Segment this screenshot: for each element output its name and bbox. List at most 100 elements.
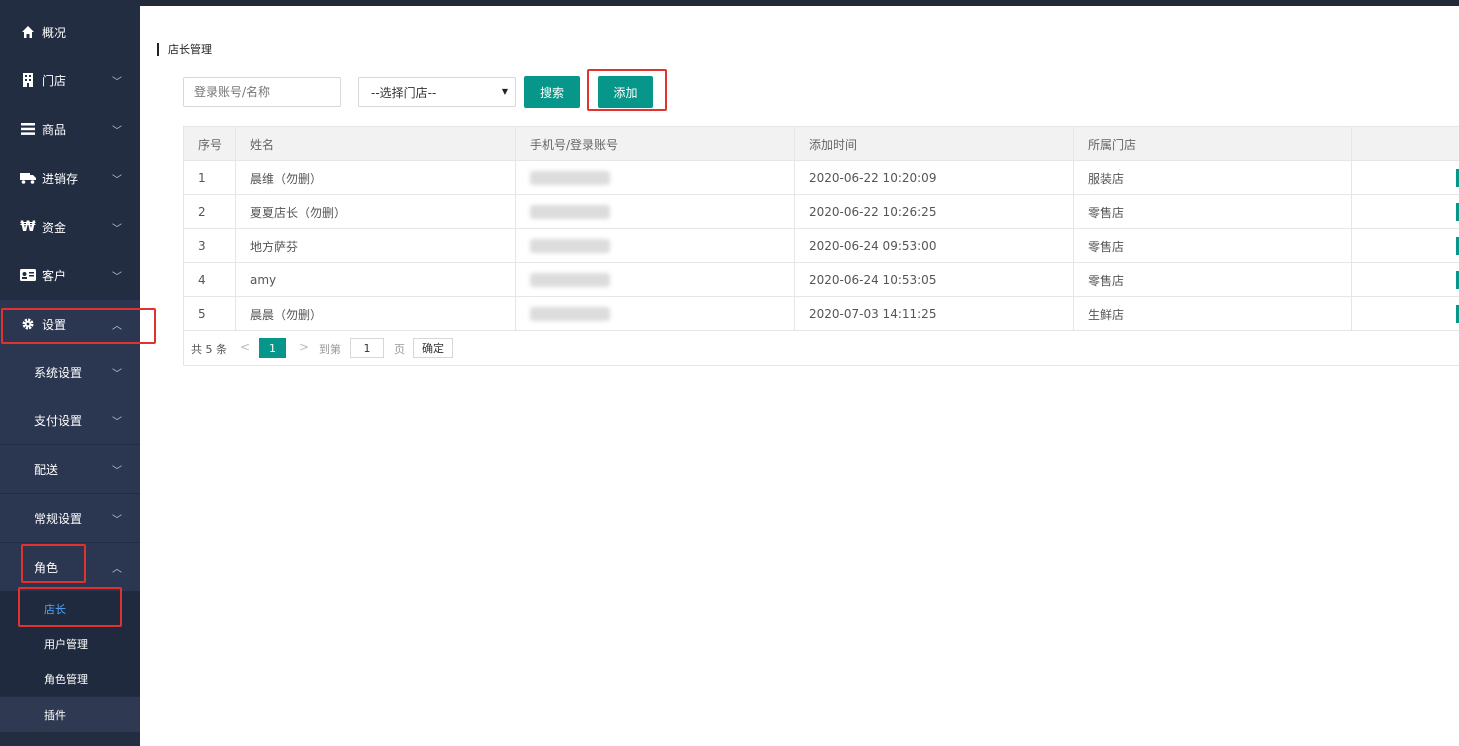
header-phone: 手机号/登录账号 [516,127,795,161]
cell-store: 零售店 [1074,229,1352,263]
sidebar-sub-label: 系统设置 [34,365,83,380]
cell-no: 3 [184,229,236,263]
blurred-phone [530,307,610,321]
cell-time: 2020-06-22 10:20:09 [795,161,1074,195]
sidebar-item-label: 门店 [42,73,67,88]
cell-actions [1352,161,1459,195]
sidebar-item-settings[interactable]: 设置 ︿ [0,300,140,348]
sidebar-leaf-user-management[interactable]: 用户管理 [0,626,140,661]
main-content: 店长管理 --选择门店-- ▼ 搜索 添加 序号 姓名 手机号/登录账号 添加时… [140,6,1459,746]
cell-phone [516,161,795,195]
sidebar-leaf-role-management[interactable]: 角色管理 [0,661,140,696]
pagination-current-page[interactable]: 1 [259,338,286,358]
cell-store: 服装店 [1074,161,1352,195]
sidebar: 概况 门店 ﹀ 商品 ﹀ 进销存 ﹀ ₩ 资金 ﹀ 客户 ﹀ 设置 ︿ 系统设置… [0,0,140,746]
blurred-phone [530,205,610,219]
store-select-value: --选择门店-- [371,85,437,100]
chevron-left-icon[interactable]: < [240,340,250,354]
cell-no: 2 [184,195,236,229]
header-no: 序号 [184,127,236,161]
sidebar-item-products[interactable]: 商品 ﹀ [0,105,140,153]
blurred-phone [530,273,610,287]
cell-time: 2020-06-24 09:53:00 [795,229,1074,263]
chevron-down-icon: ﹀ [112,175,122,186]
sidebar-leaf-store-manager[interactable]: 店长 [0,591,140,626]
currency-icon: ₩ [20,219,36,235]
chevron-right-icon[interactable]: > [299,340,309,354]
sidebar-item-overview[interactable]: 概况 [0,8,140,56]
cell-actions [1352,297,1459,331]
cell-no: 4 [184,263,236,297]
pagination-goto-label: 到第 [319,343,341,356]
cell-name: 晨晨（勿删） [236,297,516,331]
search-button[interactable]: 搜索 [524,76,580,108]
cell-name: 夏夏店长（勿删） [236,195,516,229]
cell-time: 2020-06-24 10:53:05 [795,263,1074,297]
sidebar-sub-label: 角色 [34,560,59,575]
sidebar-item-inventory[interactable]: 进销存 ﹀ [0,154,140,202]
sidebar-item-label: 概况 [42,25,67,40]
truck-icon [20,170,36,186]
chevron-down-icon: ﹀ [112,126,122,137]
cell-phone [516,263,795,297]
chevron-down-icon: ﹀ [112,515,122,526]
header-name: 姓名 [236,127,516,161]
table-row: 2 夏夏店长（勿删） 2020-06-22 10:26:25 零售店 [184,195,1459,229]
building-icon [20,72,36,88]
cell-actions [1352,229,1459,263]
chevron-up-icon: ︿ [112,321,122,332]
header-actions [1352,127,1459,161]
add-button[interactable]: 添加 [598,76,653,108]
sidebar-sub-label: 配送 [34,462,59,477]
sidebar-item-label: 设置 [42,317,67,332]
blurred-phone [530,171,610,185]
pagination-confirm-button[interactable]: 确定 [413,338,453,358]
list-icon [20,121,36,137]
table-row: 5 晨晨（勿删） 2020-07-03 14:11:25 生鲜店 [184,297,1459,331]
sidebar-sub-system-settings[interactable]: 系统设置 ﹀ [0,348,140,396]
sidebar-sub-label: 支付设置 [34,413,83,428]
sidebar-sub-general-settings[interactable]: 常规设置 ﹀ [0,494,140,542]
sidebar-leaf-label: 店长 [44,602,66,616]
cell-store: 零售店 [1074,195,1352,229]
chevron-down-icon: ﹀ [112,224,122,235]
pagination: 共 5 条 < 1 > 到第 1 页 确定 [184,331,1459,365]
cell-name: 晨维（勿删） [236,161,516,195]
sidebar-sub-payment-settings[interactable]: 支付设置 ﹀ [0,396,140,444]
cell-no: 5 [184,297,236,331]
header-added-time: 添加时间 [795,127,1074,161]
table-row: 4 amy 2020-06-24 10:53:05 零售店 [184,263,1459,297]
table-header-row: 序号 姓名 手机号/登录账号 添加时间 所属门店 [184,127,1459,161]
cell-name: 地方萨芬 [236,229,516,263]
chevron-up-icon: ︿ [112,564,122,575]
id-card-icon [20,267,36,283]
sidebar-item-label: 进销存 [42,171,79,186]
chevron-down-icon: ﹀ [112,272,122,283]
cell-store: 生鲜店 [1074,297,1352,331]
sidebar-leaf-label: 用户管理 [44,637,88,651]
pagination-page-input[interactable]: 1 [350,338,384,358]
cell-store: 零售店 [1074,263,1352,297]
gear-icon [20,316,36,332]
cell-phone [516,297,795,331]
search-input[interactable] [183,77,341,107]
blurred-phone [530,239,610,253]
sidebar-item-stores[interactable]: 门店 ﹀ [0,56,140,104]
pagination-page-unit: 页 [394,343,405,356]
sidebar-sub-roles[interactable]: 角色 ︿ [0,543,140,591]
cell-actions [1352,263,1459,297]
table-row: 3 地方萨芬 2020-06-24 09:53:00 零售店 [184,229,1459,263]
sidebar-sub-delivery[interactable]: 配送 ﹀ [0,445,140,493]
store-select[interactable]: --选择门店-- ▼ [358,77,516,107]
home-icon [20,24,36,40]
sidebar-leaf-plugin[interactable]: 插件 [0,697,140,732]
cell-phone [516,229,795,263]
sidebar-item-funds[interactable]: ₩ 资金 ﹀ [0,203,140,251]
store-manager-table: 序号 姓名 手机号/登录账号 添加时间 所属门店 1 晨维（勿删） 2020-0… [183,126,1459,366]
cell-actions [1352,195,1459,229]
header-store: 所属门店 [1074,127,1352,161]
sidebar-item-label: 客户 [42,268,67,283]
sidebar-item-customers[interactable]: 客户 ﹀ [0,251,140,299]
sidebar-item-label: 商品 [42,122,67,137]
caret-down-icon: ▼ [501,87,508,96]
